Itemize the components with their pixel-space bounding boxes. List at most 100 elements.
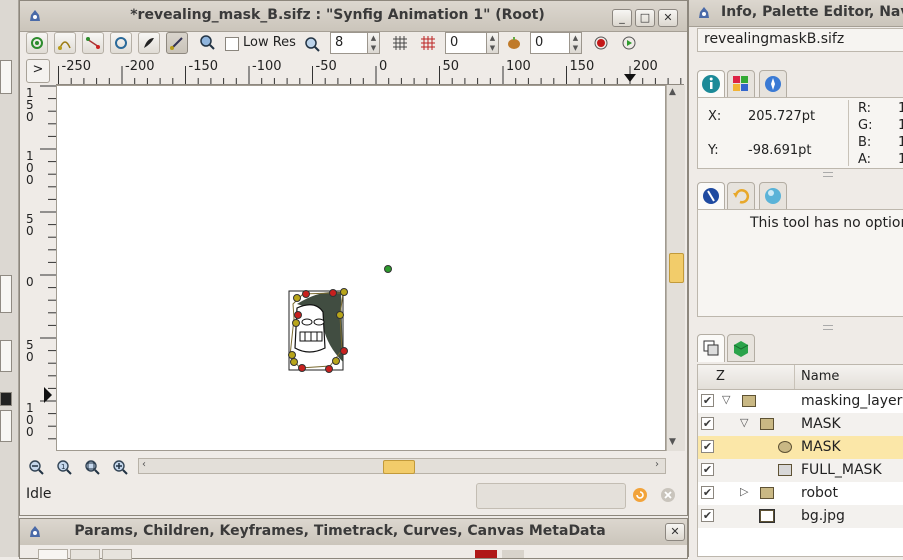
bline-vertex-handle[interactable]	[302, 290, 310, 298]
vertex-tool-button[interactable]	[54, 32, 76, 54]
tab-navigator[interactable]	[759, 70, 787, 98]
children-tab[interactable]	[70, 549, 100, 560]
layers-header: Z Name	[698, 365, 903, 390]
bline-vertex-handle[interactable]	[384, 265, 392, 273]
radius-tool-button[interactable]	[110, 32, 132, 54]
tab-layers[interactable]	[697, 334, 725, 362]
bone-tool-button[interactable]	[166, 32, 188, 54]
width-tool-button[interactable]	[138, 32, 160, 54]
snap-grid-icon[interactable]	[420, 35, 436, 51]
right-panel-titlebar[interactable]: Info, Palette Editor, Nav	[689, 0, 903, 27]
drawing-canvas[interactable]	[56, 85, 666, 451]
horizontal-scroll-thumb[interactable]	[383, 460, 415, 474]
zoom-reset-icon[interactable]: 1	[56, 459, 72, 475]
minimize-button[interactable]: _	[612, 9, 632, 27]
params-close-button[interactable]: ✕	[665, 523, 685, 541]
keyframes-tab[interactable]	[102, 549, 132, 560]
canvas-toolbar: Low Res 8 ▲ ▼ 0 ▲ ▼ 0 ▲ ▼	[20, 31, 687, 57]
params-tab[interactable]	[38, 549, 68, 560]
scroll-left-arrow[interactable]: ‹	[142, 459, 146, 470]
ruler-corner-button[interactable]: >	[26, 59, 50, 83]
future-onion-spin-arrows[interactable]: ▲ ▼	[570, 32, 582, 54]
resolution-spin-arrows[interactable]: ▲ ▼	[368, 32, 380, 54]
preview-play-icon[interactable]	[621, 35, 637, 51]
zoom-in-icon[interactable]	[112, 459, 128, 475]
z-column-header[interactable]: Z	[716, 369, 725, 384]
layer-visibility-checkbox[interactable]: ✔	[701, 417, 714, 430]
layer-row[interactable]: ✔ bg.jpg	[698, 505, 903, 528]
left-panel-box	[0, 275, 12, 313]
svg-text:1: 1	[61, 463, 65, 471]
tangent-tool-button[interactable]	[82, 32, 104, 54]
horizontal-scrollbar[interactable]: ‹ ›	[138, 458, 666, 474]
zoom-render-button[interactable]	[196, 32, 218, 54]
canvas-file-selector[interactable]: revealingmaskB.sifz	[697, 28, 903, 52]
maximize-button[interactable]: □	[635, 9, 655, 27]
tab-palette[interactable]	[727, 70, 755, 98]
layer-row[interactable]: ✔ FULL_MASK	[698, 459, 903, 482]
tab-info[interactable]	[697, 70, 725, 98]
layer-row[interactable]: ✔ ▷ robot	[698, 482, 903, 505]
collapse-arrow-icon[interactable]: ▽	[722, 393, 730, 406]
layer-visibility-checkbox[interactable]: ✔	[701, 509, 714, 522]
ruler-tick-label: -200	[125, 59, 155, 74]
low-res-checkbox[interactable]	[225, 37, 239, 51]
layer-visibility-checkbox[interactable]: ✔	[701, 394, 714, 407]
vertical-scrollbar[interactable]: ▲ ▼	[666, 85, 685, 451]
bline-vertex-handle[interactable]	[298, 364, 306, 372]
zoom-fit-icon[interactable]	[84, 459, 100, 475]
bline-vertex-handle[interactable]	[292, 319, 300, 327]
canvas-window-titlebar[interactable]: *revealing_mask_B.sifz : "Synfig Animati…	[20, 1, 687, 32]
pane-resize-handle[interactable]	[823, 325, 833, 330]
close-button[interactable]: ✕	[658, 9, 678, 27]
bline-vertex-handle[interactable]	[340, 288, 348, 296]
tab-tool-options[interactable]	[697, 182, 725, 210]
bline-vertex-handle[interactable]	[329, 289, 337, 297]
info-panel-window: Info, Palette Editor, Nav revealingmaskB…	[688, 0, 903, 557]
layer-row[interactable]: ✔ ▽ masking_layer	[698, 390, 903, 413]
left-color-swatch[interactable]	[0, 392, 12, 406]
bline-vertex-handle[interactable]	[340, 347, 348, 355]
transform-tool-button[interactable]	[26, 32, 48, 54]
bline-vertex-handle[interactable]	[336, 311, 344, 319]
layer-row[interactable]: ✔ ▽ MASK	[698, 413, 903, 436]
layer-visibility-checkbox[interactable]: ✔	[701, 463, 714, 476]
bline-vertex-handle[interactable]	[332, 357, 340, 365]
scroll-up-arrow[interactable]: ▲	[669, 87, 676, 97]
params-window-title: Params, Children, Keyframes, Timetrack, …	[74, 523, 606, 539]
tab-library[interactable]	[727, 334, 755, 362]
expand-arrow-icon[interactable]: ▷	[740, 485, 748, 498]
group-layer-icon	[760, 418, 774, 430]
show-grid-icon[interactable]	[392, 35, 408, 51]
bline-vertex-handle[interactable]	[293, 294, 301, 302]
bline-vertex-handle[interactable]	[288, 351, 296, 359]
undo-history-icon	[733, 189, 750, 204]
refresh-icon[interactable]	[632, 487, 648, 503]
record-icon[interactable]	[593, 35, 609, 51]
tab-history[interactable]	[727, 182, 755, 210]
layer-row[interactable]: ✔ MASK	[698, 436, 903, 459]
collapse-arrow-icon[interactable]: ▽	[740, 416, 748, 429]
resolution-spinbox[interactable]: 8	[330, 32, 368, 54]
layer-visibility-checkbox[interactable]: ✔	[701, 486, 714, 499]
layer-name: FULL_MASK	[801, 462, 882, 478]
ruler-tick-label: 0	[26, 275, 34, 289]
scroll-right-arrow[interactable]: ›	[655, 459, 659, 470]
scroll-down-arrow[interactable]: ▼	[669, 437, 676, 447]
bline-vertex-handle[interactable]	[325, 365, 333, 373]
future-onion-spinbox[interactable]: 0	[530, 32, 570, 54]
past-onion-spinbox[interactable]: 0	[445, 32, 487, 54]
past-onion-spin-arrows[interactable]: ▲ ▼	[487, 32, 499, 54]
bline-vertex-handle[interactable]	[290, 358, 298, 366]
layer-visibility-checkbox[interactable]: ✔	[701, 440, 714, 453]
vertical-scroll-thumb[interactable]	[669, 253, 684, 283]
stop-icon[interactable]	[660, 487, 676, 503]
name-column-header[interactable]: Name	[801, 369, 839, 384]
bline-vertex-handle[interactable]	[294, 311, 302, 319]
pane-resize-handle[interactable]	[823, 172, 833, 177]
layer-name: bg.jpg	[801, 508, 845, 524]
tab-canvas-browser[interactable]	[759, 182, 787, 210]
zoom-out-icon[interactable]	[28, 459, 44, 475]
onion-skin-icon[interactable]	[506, 35, 522, 51]
params-window-titlebar[interactable]: Params, Children, Keyframes, Timetrack, …	[20, 519, 687, 545]
